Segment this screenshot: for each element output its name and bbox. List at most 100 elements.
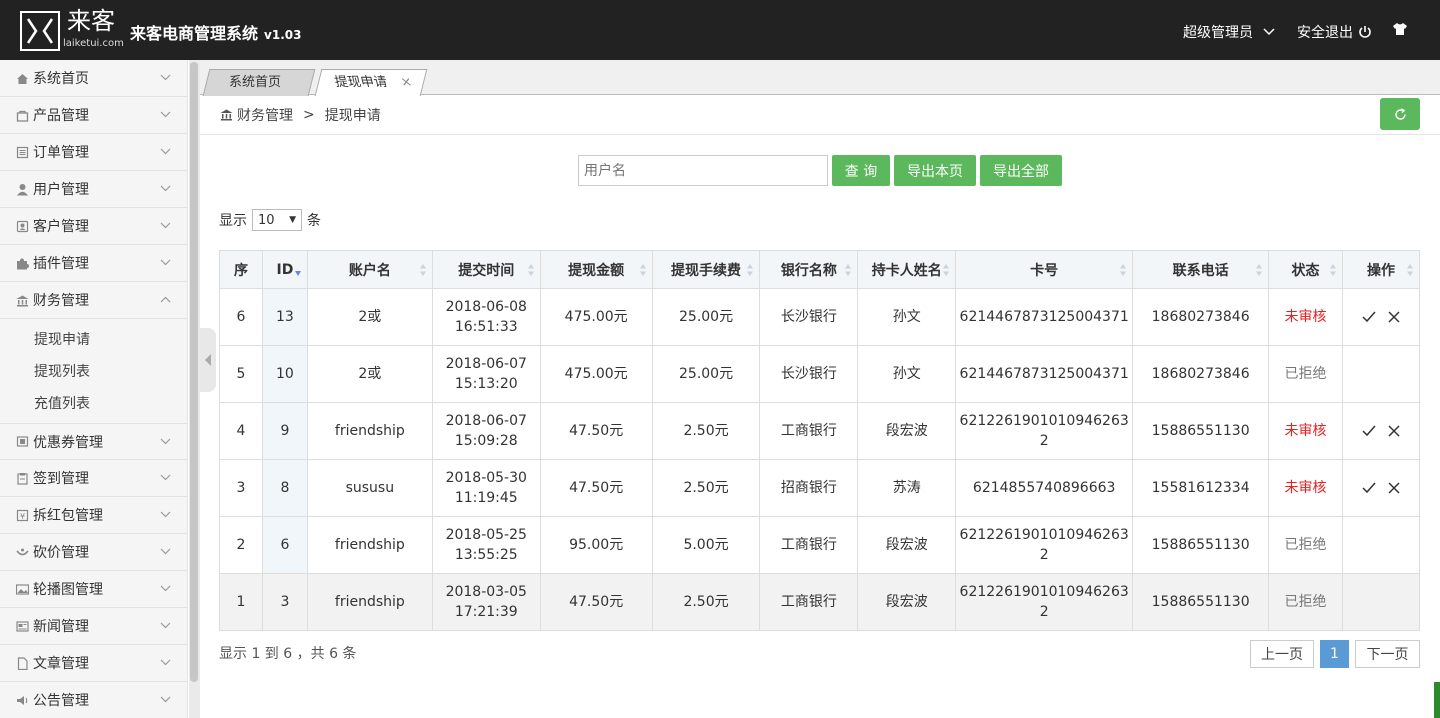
sidebar-scrollbar[interactable] xyxy=(189,60,200,718)
cell-fee: 5.00元 xyxy=(651,516,761,574)
sidebar-subitem-withdraw-list[interactable]: 提现列表 xyxy=(0,355,187,387)
col-header-time[interactable]: 提交时间 xyxy=(431,250,541,289)
col-header-label: 操作 xyxy=(1366,262,1395,279)
approve-check-icon[interactable] xyxy=(1362,425,1376,437)
breadcrumb: 财务管理 > 提现申请 xyxy=(200,95,1440,135)
col-header-amount[interactable]: 提现金额 xyxy=(539,250,653,289)
speaker-icon xyxy=(16,694,29,707)
sidebar-item-signin[interactable]: 签到管理 xyxy=(0,460,187,497)
sort-icon xyxy=(527,264,534,276)
cell-account: friendship xyxy=(306,402,433,460)
cell-amount: 95.00元 xyxy=(539,516,653,574)
approve-check-icon[interactable] xyxy=(1362,311,1376,323)
col-header-status[interactable]: 状态 xyxy=(1268,250,1343,289)
table-row: 3 8 sususu 2018-05-30 11:19:45 47.50元 2.50元 招商银… xyxy=(219,459,1421,517)
sidebar-item-plugins[interactable]: 插件管理 xyxy=(0,245,187,282)
table-body: 6 13 2或 2018-06-08 16:51:33 475.00元 25.00元 长沙银行… xyxy=(219,288,1421,631)
page-size-select[interactable]: 10 ▼ xyxy=(252,209,302,231)
prev-page-button[interactable]: 上一页 xyxy=(1250,640,1314,668)
top-header: 来客 laiketui.com 来客电商管理系统 v1.03 超级管理员 安全退出 xyxy=(0,0,1440,60)
next-page-button[interactable]: 下一页 xyxy=(1355,640,1420,668)
cell-status: 未审核 xyxy=(1268,402,1343,460)
cell-status-text: 已拒绝 xyxy=(1284,366,1327,382)
col-header-bank[interactable]: 银行名称 xyxy=(759,250,859,289)
cell-status: 已拒绝 xyxy=(1268,573,1343,631)
col-header-fee[interactable]: 提现手续费 xyxy=(651,250,761,289)
reject-x-icon[interactable] xyxy=(1388,311,1400,323)
app-title-text: 来客电商管理系统 xyxy=(130,24,259,43)
cell-phone: 18680273846 xyxy=(1132,288,1270,346)
query-button[interactable]: 查 询 xyxy=(832,155,890,186)
cell-phone-text: 18680273846 xyxy=(1151,309,1250,325)
logo-domain: laiketui.com xyxy=(63,38,124,49)
sidebar-item-bargain[interactable]: 砍价管理 xyxy=(0,534,187,571)
sidebar-item-orders[interactable]: 订单管理 xyxy=(0,134,187,171)
sidebar-subitem-recharge-list[interactable]: 充值列表 xyxy=(0,387,187,419)
sidebar-item-announcements[interactable]: 公告管理 xyxy=(0,682,187,718)
sidebar-item-articles[interactable]: 文章管理 xyxy=(0,645,187,682)
export-page-button[interactable]: 导出本页 xyxy=(894,155,976,186)
sidebar-item-customers[interactable]: 客户管理 xyxy=(0,208,187,245)
reject-x-icon[interactable] xyxy=(1388,482,1400,494)
cell-bank-text: 工商银行 xyxy=(780,537,837,553)
cell-status: 已拒绝 xyxy=(1268,345,1343,403)
cell-fee-text: 2.50元 xyxy=(683,480,729,496)
cell-actions xyxy=(1341,402,1421,460)
logout-label: 安全退出 xyxy=(1297,25,1353,41)
chevron-down-icon xyxy=(160,696,171,703)
cell-phone: 15581612334 xyxy=(1132,459,1270,517)
refresh-button[interactable] xyxy=(1380,98,1420,130)
sidebar-item-news[interactable]: 新闻管理 xyxy=(0,608,187,645)
col-header-actions[interactable]: 操作 xyxy=(1341,250,1421,289)
approve-check-icon[interactable] xyxy=(1362,482,1376,494)
table-row: 2 6 friendship 2018-05-25 13:55:25 95.00元 5.00… xyxy=(219,516,1421,574)
reject-x-icon[interactable] xyxy=(1388,425,1400,437)
cell-account-text: 2或 xyxy=(358,309,382,325)
sidebar-item-finance[interactable]: 财务管理 xyxy=(0,282,187,319)
cell-date-text: 2018-05-25 xyxy=(445,527,527,543)
cell-holder-text: 段宏波 xyxy=(885,594,928,610)
sidebar-subitem-withdraw-apply[interactable]: 提现申请 xyxy=(0,323,187,355)
username-search-input[interactable] xyxy=(578,155,828,186)
tab-withdraw-apply[interactable]: 提现申请 × xyxy=(314,69,428,96)
sidebar: 系统首页 产品管理 订单管理 用户管理 客户管理 插件管理 财务管理 提现申请 … xyxy=(0,60,188,718)
cell-bank-text: 工商银行 xyxy=(780,423,837,439)
logout-button[interactable]: 安全退出 xyxy=(1297,22,1372,42)
col-header-holder[interactable]: 持卡人姓名 xyxy=(857,250,957,289)
cut-icon xyxy=(16,546,29,559)
col-header-account[interactable]: 账户名 xyxy=(306,250,433,289)
tab-home[interactable]: 系统首页 xyxy=(202,69,316,96)
side-widget[interactable] xyxy=(1434,682,1440,718)
close-icon[interactable]: × xyxy=(398,70,415,95)
sidebar-item-products[interactable]: 产品管理 xyxy=(0,97,187,134)
page-1-button[interactable]: 1 xyxy=(1320,640,1349,668)
sidebar-item-coupons[interactable]: 优惠券管理 xyxy=(0,423,187,460)
cell-seq: 4 xyxy=(219,402,263,460)
scrollbar-thumb[interactable] xyxy=(190,62,198,682)
table-row: 5 10 2或 2018-06-07 15:13:20 475.00元 25.00元 长沙银行… xyxy=(219,345,1421,403)
breadcrumb-section[interactable]: 财务管理 xyxy=(237,105,293,125)
admin-menu[interactable]: 超级管理员 xyxy=(1183,22,1275,42)
cell-account: friendship xyxy=(306,573,433,631)
sidebar-item-users[interactable]: 用户管理 xyxy=(0,171,187,208)
cell-bank: 工商银行 xyxy=(759,516,859,574)
app-title: 来客电商管理系统 v1.03 xyxy=(130,20,301,44)
col-header-card[interactable]: 卡号 xyxy=(955,250,1134,289)
cell-amount: 47.50元 xyxy=(539,573,653,631)
cell-card-text: 6214467873125004371 xyxy=(959,309,1129,325)
sidebar-item-carousel[interactable]: 轮播图管理 xyxy=(0,571,187,608)
redpacket-icon: ¥ xyxy=(16,509,29,522)
sidebar-item-label: 拆红包管理 xyxy=(33,508,103,524)
sidebar-item-redpacket[interactable]: ¥ 拆红包管理 xyxy=(0,497,187,534)
sidebar-item-home[interactable]: 系统首页 xyxy=(0,60,187,97)
coupon-icon xyxy=(16,435,29,448)
export-all-button[interactable]: 导出全部 xyxy=(980,155,1062,186)
sidebar-collapse-toggle[interactable] xyxy=(200,328,216,392)
cell-actions xyxy=(1341,573,1421,631)
col-header-phone[interactable]: 联系电话 xyxy=(1132,250,1270,289)
skin-icon[interactable] xyxy=(1392,22,1408,40)
cell-holder-text: 段宏波 xyxy=(885,537,928,553)
col-header-id[interactable]: ID xyxy=(261,250,308,289)
page-size-control: 显示 10 ▼ 条 xyxy=(219,209,321,231)
cell-seq-text: 2 xyxy=(236,537,246,553)
